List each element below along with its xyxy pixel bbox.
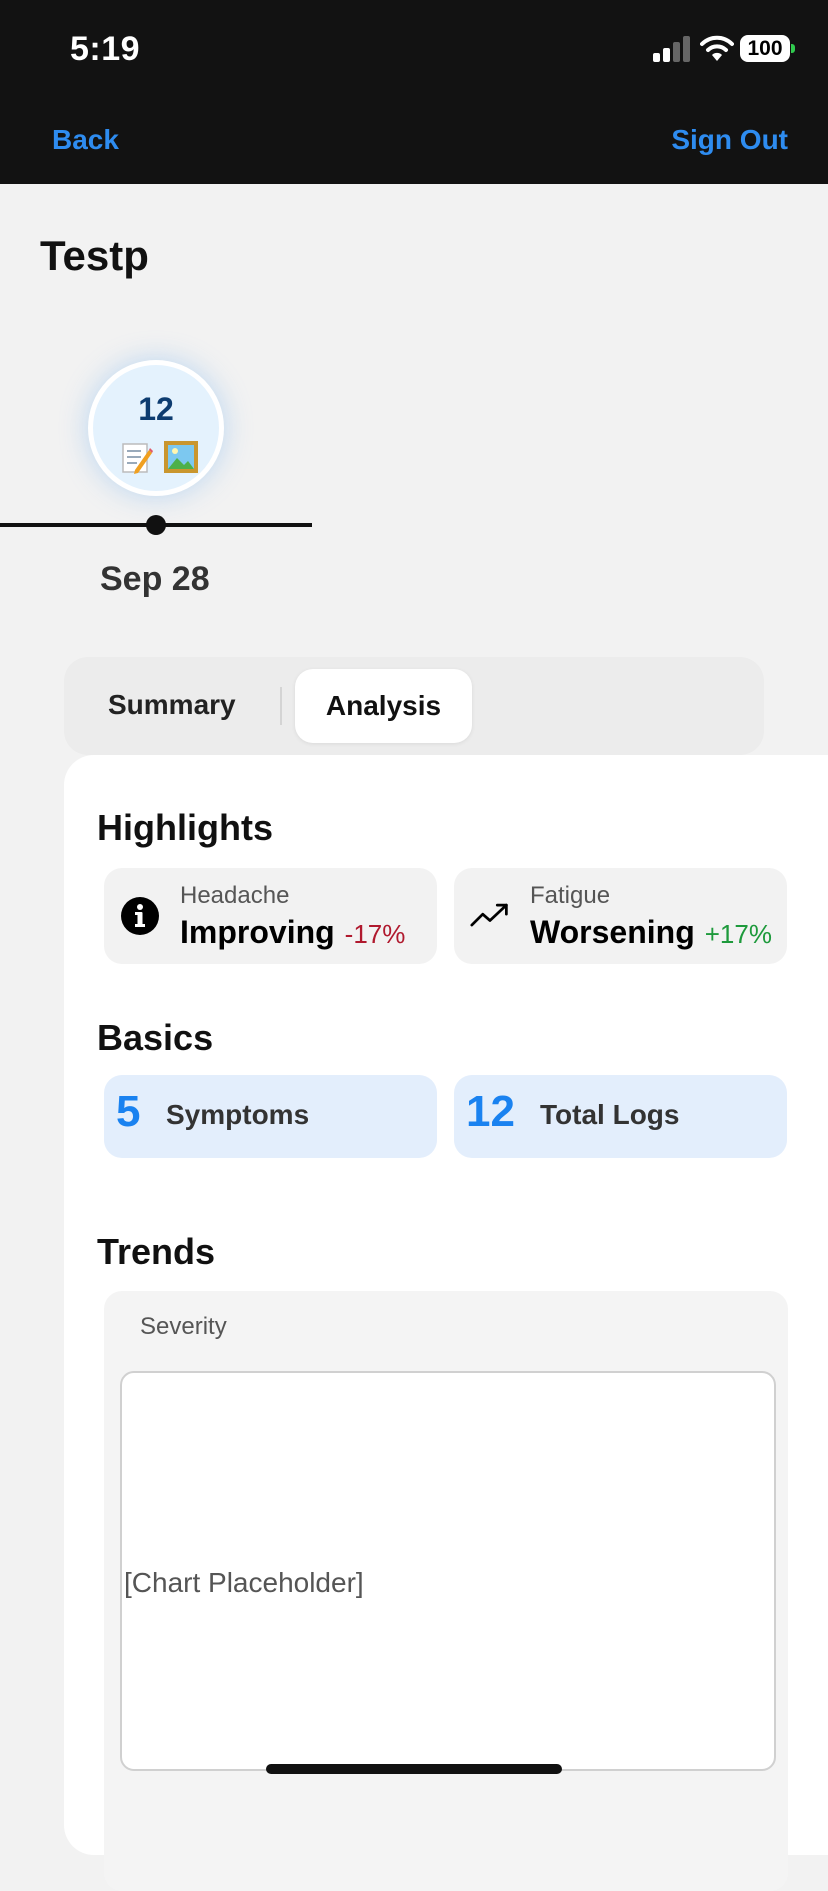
basic-stat-value: 12 (466, 1087, 515, 1136)
trends-panel: Severity [Chart Placeholder] (104, 1291, 788, 1891)
basic-stat-value: 5 (116, 1087, 141, 1136)
highlights-heading: Highlights (97, 807, 273, 848)
chart-container: [Chart Placeholder] (120, 1371, 776, 1771)
highlight-change-value: +17% (704, 919, 772, 949)
timeline-entry-count: 12 (138, 391, 174, 427)
sign-out-button[interactable]: Sign Out (671, 124, 788, 156)
basic-stat-total-logs: 12 Total Logs (454, 1075, 787, 1158)
highlight-symptom-name: Headache (180, 882, 290, 909)
cellular-signal-icon (653, 36, 691, 62)
highlight-card-headache[interactable]: Headache Improving -17% (104, 868, 437, 964)
view-segmented-control: Summary Analysis (64, 657, 764, 755)
back-button[interactable]: Back (52, 124, 119, 156)
status-bar: 5:19 100 (0, 0, 828, 96)
highlight-status: Improving -17% (180, 914, 405, 951)
timeline-entry-node[interactable]: 12 (88, 360, 224, 496)
highlight-status: Worsening +17% (530, 914, 772, 951)
trend-up-icon (470, 903, 508, 927)
navigation-bar: Back Sign Out (0, 96, 828, 184)
trend-metric-label: Severity (140, 1313, 227, 1340)
basic-stat-label: Total Logs (540, 1099, 680, 1130)
basic-stat-label: Symptoms (166, 1099, 310, 1130)
framed-picture-icon (164, 441, 198, 473)
info-icon (121, 897, 159, 935)
wifi-icon (700, 35, 734, 61)
chart-placeholder-text: [Chart Placeholder] (124, 1567, 364, 1598)
basics-heading: Basics (97, 1017, 214, 1058)
page-title: Testp (40, 232, 149, 279)
home-indicator[interactable] (266, 1764, 562, 1774)
basic-stat-symptoms: 5 Symptoms (104, 1075, 437, 1158)
segment-divider (280, 687, 282, 725)
highlight-status-text: Worsening (530, 914, 695, 950)
battery-charging-tip (791, 44, 795, 53)
highlight-change-value: -17% (344, 919, 406, 949)
highlight-card-fatigue[interactable]: Fatigue Worsening +17% (454, 868, 787, 964)
highlight-status-text: Improving (180, 914, 335, 950)
tab-analysis[interactable]: Analysis (295, 669, 472, 743)
analysis-card: Highlights Headache Improving -17% Fatigu… (64, 755, 828, 1891)
battery-icon: 100 (740, 35, 790, 62)
memo-icon (122, 443, 153, 474)
timeline-date-label: Sep 28 (100, 560, 210, 598)
timeline-marker (146, 515, 166, 535)
highlight-symptom-name: Fatigue (530, 882, 611, 909)
trends-heading: Trends (97, 1231, 216, 1272)
tab-summary[interactable]: Summary (108, 689, 236, 721)
timeline-entry-icons (121, 440, 201, 474)
status-time: 5:19 (70, 30, 141, 68)
